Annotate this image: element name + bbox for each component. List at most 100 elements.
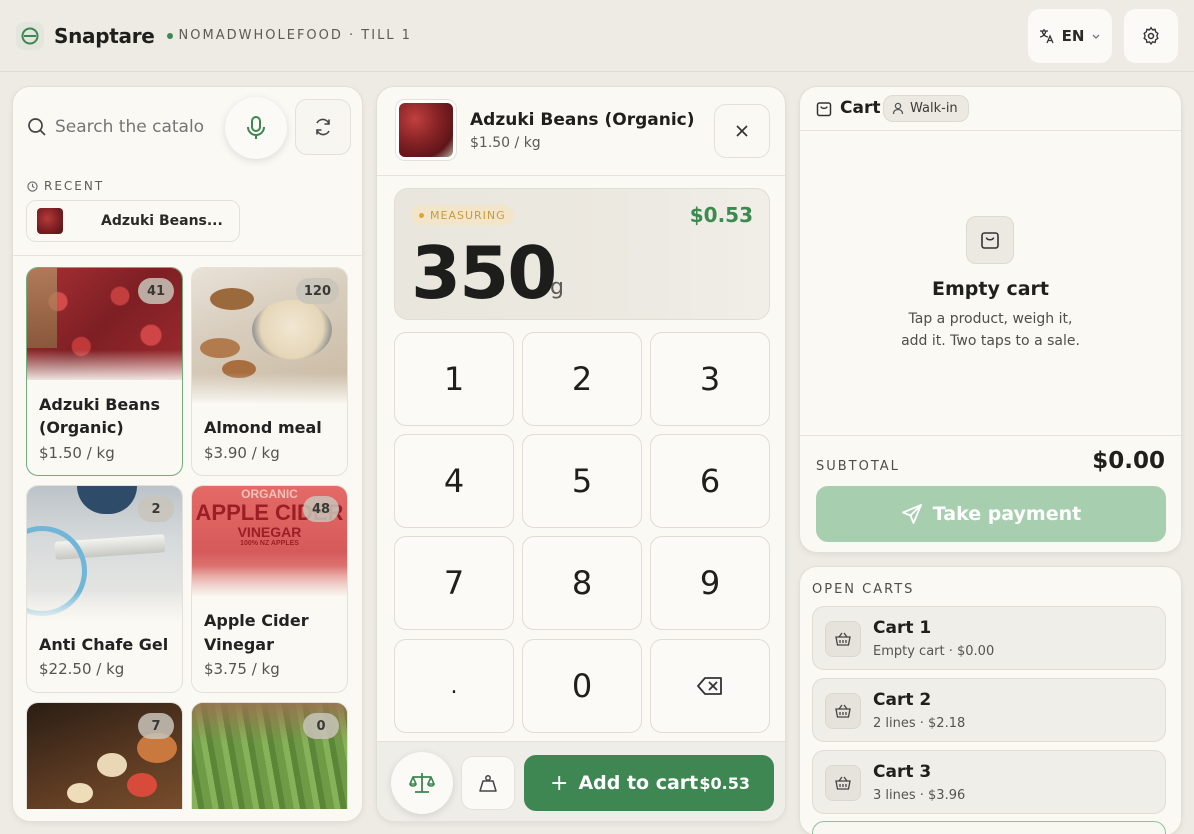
- store-till-text: NOMADWHOLEFOOD · TILL 1: [178, 28, 412, 43]
- recent-item-name: Adzuki Beans...: [101, 213, 223, 229]
- backspace-icon: [697, 677, 722, 695]
- key-3[interactable]: 3: [650, 332, 770, 426]
- clock-icon: [27, 180, 38, 192]
- product-card[interactable]: 41 Adzuki Beans (Organic) $1.50 / kg: [26, 267, 183, 476]
- add-to-cart-amount: $0.53: [699, 773, 750, 793]
- send-icon: [901, 504, 922, 524]
- product-card[interactable]: 120 Almond meal $3.90 / kg: [191, 267, 348, 476]
- tare-button[interactable]: [461, 756, 515, 810]
- basket-icon: [825, 621, 861, 657]
- key-8[interactable]: 8: [522, 536, 642, 630]
- key-5[interactable]: 5: [522, 434, 642, 528]
- add-to-cart-button[interactable]: + Add to cart $0.53: [524, 755, 774, 811]
- cart-title: Cart: [840, 98, 881, 118]
- scale-mode-button[interactable]: [391, 752, 453, 814]
- online-status-dot: [166, 32, 173, 39]
- open-cart-item[interactable]: Cart 2 2 lines · $2.18: [812, 678, 1166, 742]
- catalog-panel: RECENT Adzuki Beans... 41 Adzuki Beans (…: [12, 86, 363, 822]
- logo-icon: [16, 21, 44, 50]
- settings-button[interactable]: [1124, 9, 1178, 63]
- product-card[interactable]: 0: [191, 702, 348, 809]
- cart-panel: Cart Walk-in Empty cart Tap a product, w…: [799, 86, 1182, 553]
- product-price: $1.50 / kg: [39, 444, 115, 462]
- stock-count-badge: 41: [138, 278, 174, 304]
- gear-icon: [1143, 26, 1159, 46]
- weight-price: $0.53: [689, 203, 753, 227]
- status-dot: [419, 212, 424, 218]
- product-card[interactable]: 2 Anti Chafe Gel $22.50 / kg: [26, 485, 183, 693]
- open-cart-item[interactable]: Cart 1 Empty cart · $0.00: [812, 606, 1166, 670]
- weight-unit: g: [550, 275, 564, 300]
- recent-item-chip[interactable]: Adzuki Beans...: [26, 200, 240, 242]
- product-name-line2: Vinegar: [204, 635, 274, 654]
- key-1[interactable]: 1: [394, 332, 514, 426]
- product-name-line1: Anti Chafe Gel: [39, 635, 169, 654]
- translate-icon: [1039, 29, 1054, 44]
- empty-cart-hint: Tap a product, weigh it, add it. Two tap…: [901, 311, 1080, 349]
- basket-icon: [825, 693, 861, 729]
- close-button[interactable]: [714, 104, 770, 158]
- scale-icon: [409, 773, 435, 793]
- backspace-key[interactable]: [650, 639, 770, 733]
- product-name-line2: (Organic): [39, 418, 124, 437]
- voice-search-button[interactable]: [225, 97, 287, 159]
- product-card[interactable]: 7: [26, 702, 183, 809]
- subtotal-value: $0.00: [1092, 448, 1165, 474]
- open-cart-name: Cart 3: [873, 762, 932, 782]
- divider: [377, 175, 785, 176]
- open-cart-detail: 2 lines · $2.18: [873, 716, 966, 731]
- take-payment-label: Take payment: [932, 503, 1082, 525]
- search-field[interactable]: [27, 99, 227, 155]
- divider: [13, 255, 362, 256]
- take-payment-button[interactable]: Take payment: [816, 486, 1166, 542]
- search-icon: [28, 118, 46, 136]
- language-code: EN: [1061, 27, 1085, 45]
- brand-name: Snaptare: [54, 23, 155, 48]
- customer-name: Walk-in: [910, 101, 958, 116]
- open-cart-detail: 3 lines · $3.96: [873, 788, 966, 803]
- weight-icon: [479, 775, 497, 792]
- store-label: NOMADWHOLEFOOD · TILL 1: [166, 28, 412, 43]
- open-cart-name: Cart 2: [873, 690, 932, 710]
- empty-cart-icon: [966, 216, 1014, 264]
- cart-header: Cart Walk-in: [800, 87, 1181, 131]
- key-7[interactable]: 7: [394, 536, 514, 630]
- stock-count-badge: 0: [303, 713, 339, 739]
- open-cart-item[interactable]: Cart 3 3 lines · $3.96: [812, 750, 1166, 814]
- recent-item-thumbnail: [37, 208, 63, 234]
- selected-product-name: Adzuki Beans (Organic): [470, 110, 695, 130]
- close-icon: [736, 125, 748, 137]
- product-grid: 41 Adzuki Beans (Organic) $1.50 / kg 120…: [26, 267, 348, 809]
- key-6[interactable]: 6: [650, 434, 770, 528]
- language-selector[interactable]: EN: [1028, 9, 1112, 63]
- product-name-line1: Adzuki Beans: [39, 395, 160, 414]
- open-carts-heading: OPEN CARTS: [812, 582, 915, 597]
- selected-product-image: [395, 99, 457, 161]
- refresh-button[interactable]: [295, 99, 351, 155]
- search-input[interactable]: [55, 117, 205, 137]
- weigh-panel: Adzuki Beans (Organic) $1.50 / kg MEASUR…: [376, 86, 786, 822]
- recent-heading: RECENT: [27, 179, 104, 193]
- key-2[interactable]: 2: [522, 332, 642, 426]
- open-cart-name: Cart 1: [873, 618, 932, 638]
- key-4[interactable]: 4: [394, 434, 514, 528]
- key-0[interactable]: 0: [522, 639, 642, 733]
- shopping-bag-icon: [816, 102, 832, 117]
- open-cart-detail: Empty cart · $0.00: [873, 644, 995, 659]
- stock-count-badge: 120: [295, 278, 339, 304]
- new-cart-button[interactable]: [812, 821, 1166, 834]
- weigh-actions-bar: + Add to cart $0.53: [377, 741, 785, 821]
- customer-chip[interactable]: Walk-in: [883, 95, 969, 122]
- product-price: $3.75 / kg: [204, 660, 280, 678]
- product-card[interactable]: ORGANIC APPLE CIDER VINEGAR 100% NZ APPL…: [191, 485, 348, 693]
- user-icon: [892, 102, 904, 115]
- app-header: Snaptare NOMADWHOLEFOOD · TILL 1 EN: [0, 0, 1194, 72]
- key-9[interactable]: 9: [650, 536, 770, 630]
- add-to-cart-label: Add to cart: [578, 772, 699, 794]
- open-carts-panel: OPEN CARTS Cart 1 Empty cart · $0.00 Car…: [799, 566, 1182, 834]
- key-decimal[interactable]: .: [394, 639, 514, 733]
- divider: [800, 435, 1181, 436]
- selected-product-price: $1.50 / kg: [470, 135, 541, 151]
- product-price: $3.90 / kg: [204, 444, 280, 462]
- product-price: $22.50 / kg: [39, 660, 125, 678]
